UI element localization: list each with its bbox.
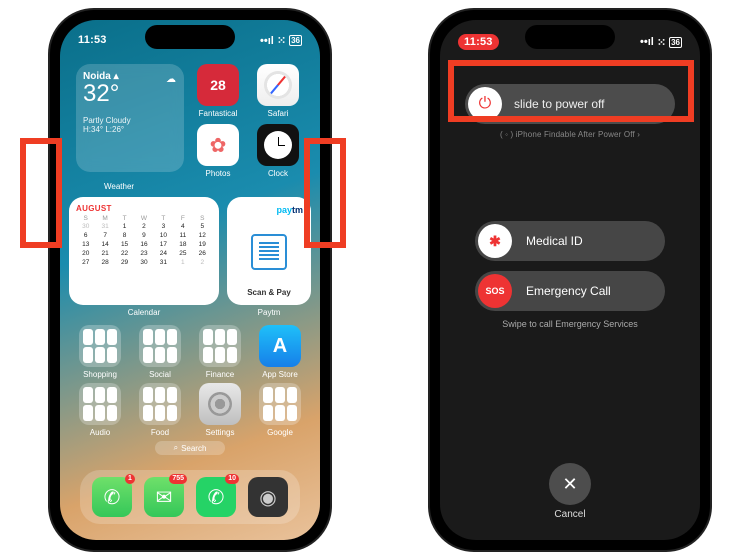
dock-camera[interactable]: ◉ [248,477,288,517]
dock-whatsapp[interactable]: ✆10 [196,477,236,517]
calendar-widget[interactable]: AUGUST SMTWTFS30311234567891011121314151… [69,197,219,305]
close-icon: ✕ [562,474,577,495]
folder-icon [259,383,301,425]
home-screen: 11:53 ••ıl ⁙ 36 Noida ▴ 32° ☁︎ Partly Cl… [60,20,320,540]
medical-id-slider[interactable]: ✱ Medical ID [475,221,665,261]
app-safari[interactable]: Safari [252,64,304,118]
app-appstore[interactable]: A App Store [254,325,306,379]
cell-icon: ⁙ [277,34,286,47]
app-label: App Store [262,370,298,379]
app-settings[interactable]: Settings [194,383,246,437]
app-photos[interactable]: ✿ Photos [192,124,244,178]
app-label: Clock [268,169,288,178]
highlight-power-slider [448,60,694,122]
highlight-side-button [304,138,346,248]
folder-google[interactable]: Google [254,383,306,437]
weather-condition: Partly Cloudy [83,116,177,125]
camera-icon: ◉ [259,485,276,510]
medical-id-label: Medical ID [526,234,583,248]
badge: 10 [225,474,239,484]
search-label: Search [181,444,206,453]
whatsapp-icon: ✆ [208,485,225,510]
widget-label: Weather [104,182,310,191]
swipe-hint: Swipe to call Emergency Services [502,319,638,329]
app-label: Settings [206,428,235,437]
folder-audio[interactable]: Audio [74,383,126,437]
highlight-volume-buttons [20,138,62,248]
status-time: 11:53 [458,34,499,50]
emergency-sos-slider[interactable]: SOS Emergency Call [475,271,665,311]
dynamic-island [525,25,615,49]
photos-icon: ✿ [197,124,239,166]
battery-icon: 36 [669,37,682,48]
weather-hilo: H:34° L:26° [83,125,177,134]
folder-shopping[interactable]: Shopping [74,325,126,379]
sos-label: Emergency Call [526,284,611,298]
calendar-month: AUGUST [76,204,212,213]
signal-icon: ••ıl [640,36,654,48]
fantastical-icon: 28 [197,64,239,106]
folder-icon [79,325,121,367]
app-fantastical[interactable]: 28 Fantastical [192,64,244,118]
folder-icon [139,325,181,367]
calendar-grid: SMTWTFS303112345678910111213141516171819… [76,215,212,267]
dock-messages[interactable]: ✉︎755 [144,477,184,517]
weather-temp: 32° [83,82,177,106]
safari-icon [257,64,299,106]
app-label: Photos [206,169,231,178]
dynamic-island [145,25,235,49]
folder-finance[interactable]: Finance [194,325,246,379]
cancel-button[interactable]: ✕ [549,463,591,505]
search-icon: ⌕ [174,443,178,453]
status-time: 11:53 [78,34,107,47]
folder-label: Finance [206,370,234,379]
phone-icon: ✆ [104,485,121,510]
settings-icon [199,383,241,425]
appstore-icon: A [259,325,301,367]
dock: ✆1 ✉︎755 ✆10 ◉ [80,470,300,524]
paytm-widget[interactable]: paytm Scan & Pay [227,197,311,305]
folder-label: Audio [90,428,110,437]
sos-icon: SOS [478,274,512,308]
badge: 755 [169,474,187,484]
app-label: Fantastical [199,109,238,118]
status-icons: ••ıl ⁙ 36 [260,34,302,47]
folder-food[interactable]: Food [134,383,186,437]
folder-label: Google [267,428,293,437]
badge: 1 [125,474,135,484]
cancel-label: Cancel [554,509,585,520]
dock-phone[interactable]: ✆1 [92,477,132,517]
clock-icon [257,124,299,166]
iphone-home-mock: 11:53 ••ıl ⁙ 36 Noida ▴ 32° ☁︎ Partly Cl… [50,10,330,550]
cloud-icon: ☁︎ [166,74,176,85]
spotlight-search[interactable]: ⌕ Search [155,441,225,455]
status-icons: ••ıl ⁙ 36 [640,34,682,50]
scan-label: Scan & Pay [247,288,291,297]
folder-label: Food [151,428,169,437]
paytm-logo: paytm [276,205,303,215]
folder-label: Social [149,370,171,379]
widget-label: Calendar [128,308,160,317]
findable-text[interactable]: ( ◦ ) iPhone Findable After Power Off › [500,130,640,139]
cell-icon: ⁙ [657,36,666,49]
battery-icon: 36 [289,35,302,46]
folder-label: Shopping [83,370,117,379]
messages-icon: ✉︎ [156,485,173,510]
folder-icon [79,383,121,425]
folder-icon [139,383,181,425]
qr-icon [251,234,287,270]
app-clock[interactable]: Clock [252,124,304,178]
signal-icon: ••ıl [260,35,274,47]
widget-label: Paytm [258,308,281,317]
app-label: Safari [268,109,289,118]
medical-id-icon: ✱ [478,224,512,258]
folder-social[interactable]: Social [134,325,186,379]
weather-widget[interactable]: Noida ▴ 32° ☁︎ Partly Cloudy H:34° L:26° [76,64,184,172]
folder-icon [199,325,241,367]
